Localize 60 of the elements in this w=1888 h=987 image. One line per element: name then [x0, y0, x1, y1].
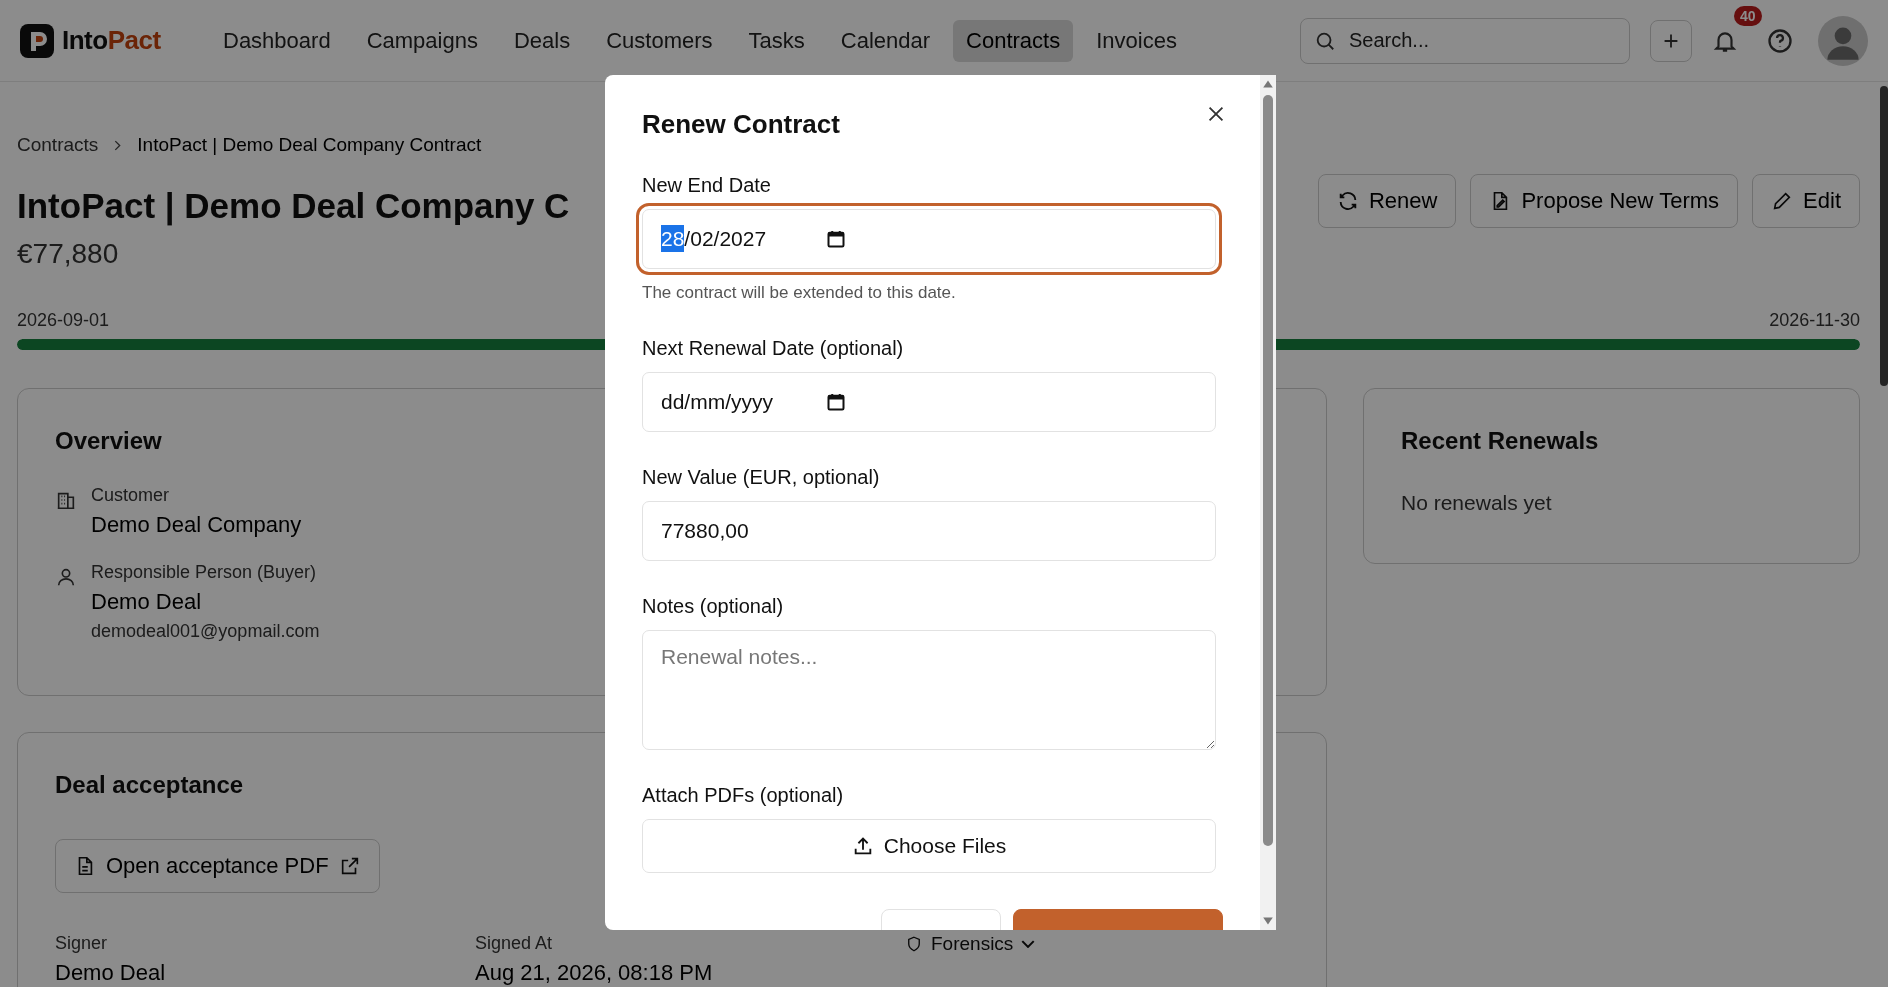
nav-link[interactable]: Contracts [953, 19, 1074, 62]
nav-link[interactable]: Tasks [735, 19, 818, 62]
forensics-button[interactable]: Forensics [905, 933, 1036, 955]
help-icon[interactable] [1766, 26, 1794, 55]
action-button[interactable]: Edit [1752, 174, 1860, 228]
shield-icon [905, 935, 923, 953]
field-label: Signed At [475, 933, 554, 954]
scrollbar-thumb[interactable] [1263, 95, 1273, 846]
field-value: Demo Deal Company [91, 512, 302, 538]
contract-value: €77,880 [17, 238, 120, 270]
empty-message: No renewals yet [1401, 491, 1553, 515]
breadcrumb-current: IntoPact | Demo Deal Company Contract [137, 134, 482, 156]
field-value: Aug 21, 2026, 08:18 PM [475, 960, 714, 986]
card-title: Overview [55, 427, 162, 455]
end-date: 2026-11-30 [1769, 310, 1860, 331]
card-title: Deal acceptance [55, 771, 244, 799]
search-field[interactable]: Search... [1300, 17, 1630, 64]
nav-link[interactable]: Invoices [1083, 19, 1190, 62]
scroll-up-icon[interactable] [1262, 79, 1274, 89]
action-button[interactable]: Renew [1317, 174, 1457, 228]
person-icon [55, 566, 77, 588]
chevron-icon [112, 139, 124, 151]
field-value: Demo Deal [91, 589, 203, 615]
email-text: demodeal001@yopmail.com [91, 621, 320, 642]
action-button[interactable]: Propose New Terms [1470, 174, 1739, 228]
hint-text: The contract will be extended to this date. [642, 283, 957, 303]
choose-files-button[interactable]: Choose Files [642, 819, 1216, 873]
scrollbar[interactable] [1880, 86, 1888, 386]
add-button[interactable] [1650, 19, 1692, 62]
value-field[interactable]: 77880,00 [642, 501, 1216, 561]
date-field[interactable]: dd/mm/yyyy [642, 372, 1216, 432]
nav-link[interactable]: Campaigns [353, 19, 491, 62]
nav-link[interactable]: Deals [500, 19, 584, 62]
start-date: 2026-09-01 [17, 310, 110, 331]
logo-text: IntoPact [62, 25, 161, 56]
field-label: Responsible Person (Buyer) [91, 562, 318, 583]
nav-link[interactable]: Dashboard [210, 19, 344, 62]
field-label: Notes (optional) [642, 595, 785, 618]
chevron-down-icon [1021, 940, 1036, 948]
field-label: Customer [91, 485, 171, 506]
page-title: IntoPact | Demo Deal Company C [17, 186, 570, 226]
field-label: Attach PDFs (optional) [642, 784, 845, 807]
nav-link[interactable]: Calendar [827, 19, 944, 62]
field-value: Demo Deal [55, 960, 167, 986]
nav-link[interactable]: Customers [593, 19, 726, 62]
dialog-title: Renew Contract [642, 109, 840, 140]
notification-badge: 40 [1734, 5, 1762, 26]
avatar[interactable] [1818, 15, 1868, 66]
field-label: Next Renewal Date (optional) [642, 337, 905, 360]
scroll-down-icon[interactable] [1262, 916, 1274, 926]
open-pdf-button[interactable]: Open acceptance PDF [55, 839, 380, 893]
field-label: Signer [55, 933, 109, 954]
notes-field[interactable]: Renewal notes... [642, 630, 1216, 750]
calendar-icon[interactable] [826, 229, 846, 249]
card-title: Recent Renewals [1401, 427, 1599, 455]
calendar-icon[interactable] [826, 392, 846, 412]
logo-icon [20, 23, 54, 58]
breadcrumb-link[interactable]: Contracts [17, 134, 99, 156]
field-label: New End Date [642, 174, 772, 197]
field-label: New Value (EUR, optional) [642, 466, 881, 489]
